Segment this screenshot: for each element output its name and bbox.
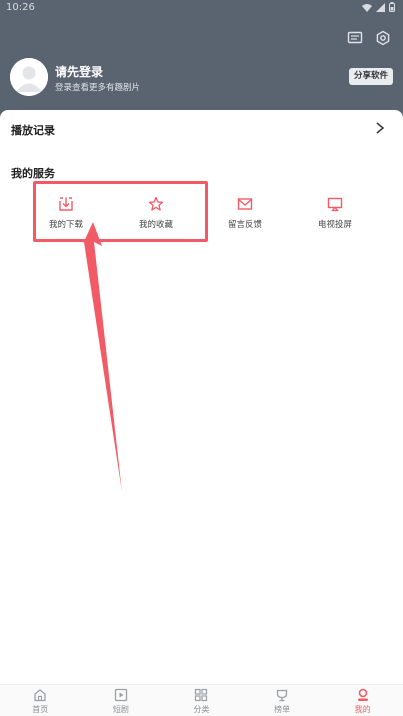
- status-bar: 10:26: [0, 0, 403, 16]
- chevron-right-icon: [376, 122, 385, 134]
- tv-cast-icon: [327, 197, 343, 212]
- avatar[interactable]: [10, 58, 48, 96]
- profile-section: 请先登录 登录查看更多有趣剧片 分享软件: [10, 58, 393, 98]
- bottom-tab-bar: 首页 短剧 分类 榜单 我的: [0, 684, 403, 716]
- login-subtitle: 登录查看更多有趣剧片: [55, 83, 141, 93]
- service-my-downloads[interactable]: 我的下载: [31, 196, 101, 236]
- play-history-row[interactable]: 播放记录: [0, 110, 403, 148]
- status-icons: [362, 2, 395, 12]
- profile-icon: [357, 688, 368, 701]
- tab-label: 榜单: [274, 705, 291, 714]
- content-card: 播放记录 我的服务 我的下载 我的收藏 留言反馈 电视投屏: [0, 110, 403, 700]
- default-avatar-icon: [10, 58, 48, 96]
- tab-home[interactable]: 首页: [0, 685, 81, 716]
- mail-icon: [237, 198, 253, 210]
- service-tv-cast[interactable]: 电视投屏: [300, 196, 370, 236]
- tab-category[interactable]: 分类: [161, 685, 242, 716]
- play-icon: [114, 688, 128, 702]
- login-title[interactable]: 请先登录: [55, 63, 103, 80]
- home-icon: [34, 689, 46, 702]
- settings-icon[interactable]: [375, 30, 391, 46]
- download-icon: [59, 197, 73, 211]
- star-icon: [148, 196, 164, 211]
- services-title: 我的服务: [11, 167, 55, 180]
- service-label: 我的下载: [48, 220, 83, 230]
- header-actions: [347, 30, 391, 46]
- status-time: 10:26: [6, 2, 35, 13]
- service-my-favorites[interactable]: 我的收藏: [121, 196, 191, 236]
- tab-label: 短剧: [112, 705, 129, 714]
- share-app-button[interactable]: 分享软件: [349, 68, 393, 85]
- tab-label: 我的: [354, 705, 371, 714]
- service-label: 留言反馈: [227, 220, 262, 230]
- signal-icon: [376, 2, 385, 12]
- message-icon[interactable]: [347, 30, 363, 46]
- tab-ranking[interactable]: 榜单: [242, 685, 323, 716]
- tab-mine[interactable]: 我的: [322, 685, 403, 716]
- tab-label: 分类: [193, 705, 210, 714]
- play-history-label: 播放记录: [11, 124, 55, 137]
- grid-icon: [195, 688, 208, 702]
- tab-label: 首页: [32, 705, 49, 714]
- service-label: 电视投屏: [317, 220, 352, 230]
- wifi-icon: [362, 3, 372, 12]
- battery-icon: [389, 2, 395, 12]
- service-feedback[interactable]: 留言反馈: [210, 196, 280, 236]
- tab-short-drama[interactable]: 短剧: [81, 685, 162, 716]
- trophy-icon: [276, 689, 288, 702]
- service-label: 我的收藏: [138, 220, 173, 230]
